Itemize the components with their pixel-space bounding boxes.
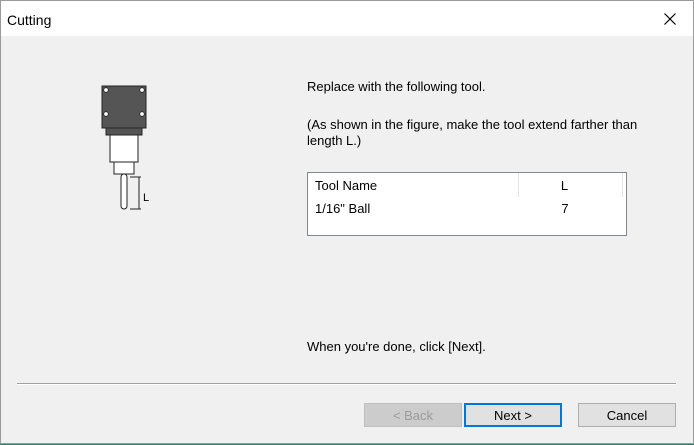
tool-shank xyxy=(120,173,128,210)
tool-list[interactable]: Tool Name L 1/16" Ball 7 xyxy=(307,172,627,236)
title-bar: Cutting xyxy=(1,1,693,36)
separator xyxy=(17,383,676,385)
spindle-collar xyxy=(105,127,143,136)
close-icon xyxy=(664,12,676,25)
tool-name-cell: 1/16" Ball xyxy=(315,200,371,216)
next-button[interactable]: Next > xyxy=(464,403,562,427)
tool-length-cell: 7 xyxy=(561,200,569,216)
cutting-dialog: Cutting L Replace with the following too… xyxy=(0,0,694,444)
column-header-tool-name[interactable]: Tool Name xyxy=(308,173,519,197)
cancel-button[interactable]: Cancel xyxy=(578,403,676,427)
table-row[interactable]: 1/16" Ball 7 xyxy=(308,197,626,219)
back-button[interactable]: < Back xyxy=(364,403,462,427)
spindle-tool-illustration: L xyxy=(101,85,149,210)
spindle-head xyxy=(101,85,147,129)
done-message: When you're done, click [Next]. xyxy=(307,339,486,354)
length-label: L xyxy=(143,192,149,204)
collet xyxy=(113,161,135,175)
list-header: Tool Name L xyxy=(308,173,626,197)
close-button[interactable] xyxy=(647,1,693,36)
note-text: (As shown in the figure, make the tool e… xyxy=(307,117,638,148)
window-title: Cutting xyxy=(7,12,52,28)
instruction-text: Replace with the following tool. xyxy=(307,79,486,94)
column-header-l[interactable]: L xyxy=(519,173,623,197)
collet-nut xyxy=(109,134,139,163)
